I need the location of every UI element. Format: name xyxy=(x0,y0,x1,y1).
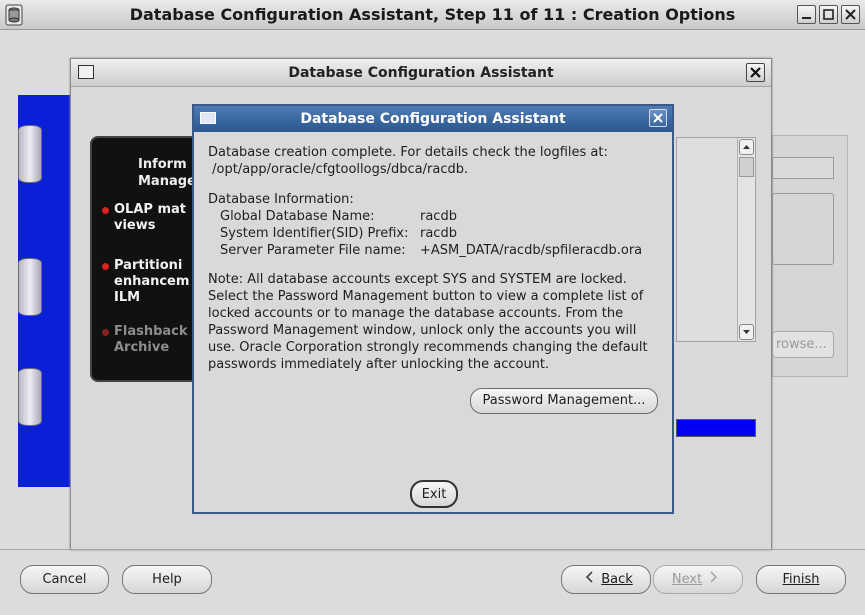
promo-heading-line: Manager xyxy=(138,174,200,189)
back-button-label: Back xyxy=(601,572,633,587)
database-cylinder-graphic xyxy=(18,368,42,426)
promo-item-line: Partitioni xyxy=(114,258,183,273)
note-line: Note: All database accounts except SYS a… xyxy=(208,272,627,287)
back-button[interactable]: Back xyxy=(561,565,651,594)
promo-item-line: OLAP mat xyxy=(114,202,186,217)
completion-dialog-title-bar: Database Configuration Assistant xyxy=(194,106,672,132)
finish-button[interactable]: Finish xyxy=(756,565,846,594)
finish-button-label: Finish xyxy=(782,572,820,587)
next-button-label: Next xyxy=(671,572,703,587)
chevron-left-icon xyxy=(585,566,595,593)
completion-message: Database creation complete. For details … xyxy=(208,145,608,160)
info-key-sid-prefix: System Identifier(SID) Prefix: xyxy=(220,226,409,241)
promo-item: OLAP mat views xyxy=(102,202,186,234)
database-info-heading: Database Information: xyxy=(208,192,354,207)
minimize-button[interactable] xyxy=(797,5,816,24)
background-group-box xyxy=(772,193,834,265)
cancel-button[interactable]: Cancel xyxy=(20,565,109,594)
note-line: passwords immediately after unlocking th… xyxy=(208,357,550,372)
window-title: Database Configuration Assistant, Step 1… xyxy=(129,5,736,24)
next-button[interactable]: Next xyxy=(653,565,743,594)
progress-dialog-title: Database Configuration Assistant xyxy=(288,65,554,81)
note-line: use. Oracle Corporation strongly recomme… xyxy=(208,340,648,355)
bullet-icon xyxy=(102,207,109,214)
chevron-right-icon xyxy=(708,566,718,593)
vertical-scrollbar[interactable] xyxy=(737,138,755,341)
completion-dialog-title: Database Configuration Assistant xyxy=(300,111,566,127)
bullet-icon xyxy=(102,263,109,270)
help-button[interactable]: Help xyxy=(122,565,212,594)
password-management-button[interactable]: Password Management... xyxy=(470,388,658,414)
promo-item: Partitioni enhancem ILM xyxy=(102,258,189,306)
promo-item-line: views xyxy=(114,218,156,233)
info-key-spfile: Server Parameter File name: xyxy=(220,243,406,258)
bullet-icon xyxy=(102,329,109,336)
note-line: Select the Password Management button to… xyxy=(208,289,644,304)
progress-log-list[interactable] xyxy=(676,137,756,342)
completion-dialog: Database Configuration Assistant Databas… xyxy=(192,104,674,514)
promo-heading: Inform Manager xyxy=(138,156,200,190)
exit-button[interactable]: Exit xyxy=(410,480,458,508)
note-line: Password Management window, unlock only … xyxy=(208,323,637,338)
browse-button[interactable]: rowse... xyxy=(772,331,834,358)
progress-dialog-title-bar: Database Configuration Assistant xyxy=(71,59,771,87)
progress-bar xyxy=(676,419,756,437)
progress-dialog-close-button[interactable] xyxy=(746,63,765,82)
note-line: locked accounts or to manage the databas… xyxy=(208,306,624,321)
scrollbar-thumb[interactable] xyxy=(739,157,754,177)
database-cylinder-graphic xyxy=(18,125,42,183)
scroll-down-arrow-icon[interactable] xyxy=(739,324,754,340)
completion-dialog-close-button[interactable] xyxy=(649,109,667,127)
promo-item-line: Archive xyxy=(114,340,170,355)
scroll-up-arrow-icon[interactable] xyxy=(739,139,754,155)
background-input-field[interactable] xyxy=(772,157,834,179)
feature-promo-panel: Inform Manager OLAP mat views Partitioni… xyxy=(90,136,200,382)
promo-heading-line: Inform xyxy=(138,157,187,172)
info-value-spfile: +ASM_DATA/racdb/spfileracdb.ora xyxy=(420,243,643,258)
footer-divider xyxy=(0,549,865,550)
info-key-global-db-name: Global Database Name: xyxy=(220,209,375,224)
database-cylinder-graphic xyxy=(18,258,42,316)
promo-item-line: ILM xyxy=(114,290,141,305)
promo-item-line: enhancem xyxy=(114,274,190,289)
main-title-bar: Database Configuration Assistant, Step 1… xyxy=(0,0,865,30)
promo-item: Flashback Archive xyxy=(102,324,188,356)
info-value-global-db-name: racdb xyxy=(420,209,457,224)
logfile-path: /opt/app/oracle/cfgtoollogs/dbca/racdb. xyxy=(208,162,469,177)
close-window-button[interactable] xyxy=(841,5,860,24)
maximize-button[interactable] xyxy=(819,5,838,24)
info-value-sid-prefix: racdb xyxy=(420,226,457,241)
promo-item-line: Flashback xyxy=(114,324,188,339)
